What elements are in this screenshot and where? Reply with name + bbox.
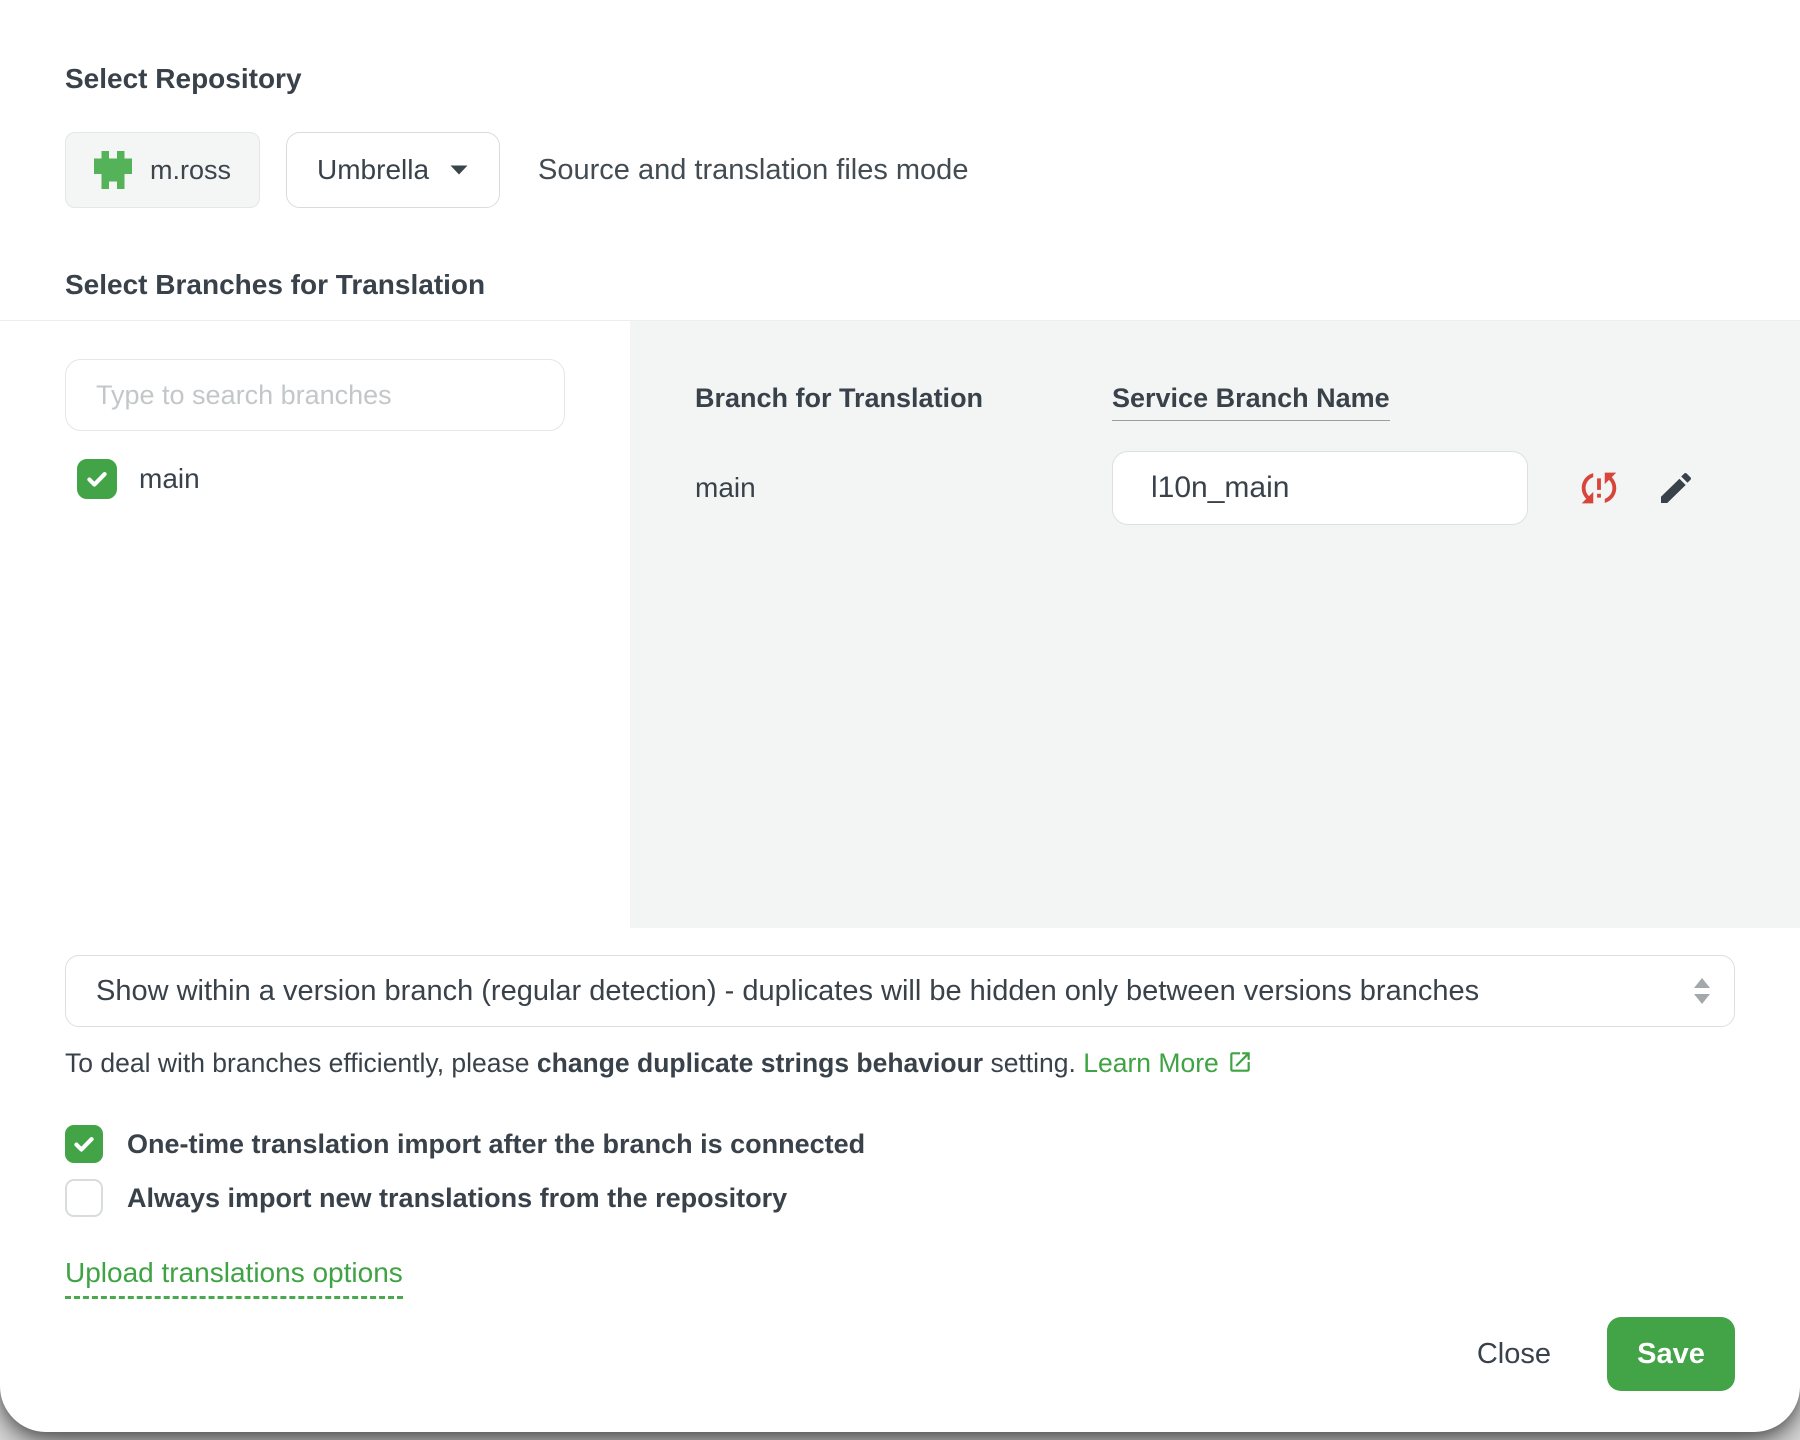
service-branch-row: main bbox=[695, 451, 1800, 525]
helper-prefix: To deal with branches efficiently, pleas… bbox=[65, 1048, 537, 1078]
branch-checkbox[interactable] bbox=[77, 459, 117, 499]
options-section: Show within a version branch (regular de… bbox=[0, 928, 1800, 1391]
repo-avatar-identicon bbox=[94, 151, 132, 189]
service-branch-name-header-cell: Service Branch Name bbox=[1112, 381, 1800, 421]
helper-bold: change duplicate strings behaviour bbox=[537, 1048, 983, 1078]
sync-problem-button[interactable] bbox=[1528, 465, 1622, 511]
duplicate-strings-selected-option: Show within a version branch (regular de… bbox=[96, 975, 1670, 1008]
repository-section: Select Repository m.ross Umbrella bbox=[0, 0, 1800, 302]
branch-list-item-main[interactable]: main bbox=[65, 459, 565, 499]
dialog-footer: Close Save bbox=[65, 1317, 1735, 1391]
duplicate-strings-select[interactable]: Show within a version branch (regular de… bbox=[65, 955, 1735, 1027]
integration-settings-dialog: Select Repository m.ross Umbrella bbox=[0, 0, 1800, 1432]
branches-panel: main Branch for Translation Service Bran… bbox=[0, 320, 1800, 928]
select-branches-title: Select Branches for Translation bbox=[65, 268, 1735, 302]
always-import-checkbox[interactable] bbox=[65, 1179, 103, 1217]
one-time-import-checkbox[interactable] bbox=[65, 1125, 103, 1163]
service-branch-pane: Branch for Translation Service Branch Na… bbox=[630, 321, 1800, 928]
service-branch-header-row: Branch for Translation Service Branch Na… bbox=[695, 381, 1800, 421]
translation-branch-name: main bbox=[695, 472, 1112, 504]
select-repository-title: Select Repository bbox=[65, 62, 1735, 96]
checkmark-icon bbox=[71, 1131, 97, 1157]
repository-chip[interactable]: m.ross bbox=[65, 132, 260, 208]
learn-more-link[interactable]: Learn More bbox=[1083, 1048, 1253, 1078]
one-time-import-option[interactable]: One-time translation import after the br… bbox=[65, 1123, 1735, 1165]
repository-name: m.ross bbox=[150, 155, 231, 186]
branch-list-pane: main bbox=[0, 321, 630, 928]
dropdown-selected-value: Umbrella bbox=[317, 154, 429, 186]
learn-more-label: Learn More bbox=[1083, 1048, 1219, 1078]
branch-for-translation-header: Branch for Translation bbox=[695, 381, 1112, 415]
upload-translations-options-link[interactable]: Upload translations options bbox=[65, 1257, 403, 1299]
checkmark-icon bbox=[84, 466, 110, 492]
service-branch-name-input[interactable] bbox=[1112, 451, 1528, 525]
always-import-label: Always import new translations from the … bbox=[127, 1183, 787, 1214]
helper-suffix: setting. bbox=[983, 1048, 1083, 1078]
close-button[interactable]: Close bbox=[1467, 1338, 1561, 1371]
service-branch-name-header[interactable]: Service Branch Name bbox=[1112, 381, 1390, 421]
save-button[interactable]: Save bbox=[1607, 1317, 1735, 1391]
branch-search-input[interactable] bbox=[65, 359, 565, 431]
files-mode-label: Source and translation files mode bbox=[538, 154, 968, 187]
one-time-import-label: One-time translation import after the br… bbox=[127, 1129, 865, 1160]
always-import-option[interactable]: Always import new translations from the … bbox=[65, 1177, 1735, 1219]
external-link-icon bbox=[1227, 1049, 1253, 1075]
duplicates-helper-text: To deal with branches efficiently, pleas… bbox=[65, 1047, 1735, 1079]
repository-branch-dropdown[interactable]: Umbrella bbox=[286, 132, 500, 208]
service-branch-cell bbox=[1112, 451, 1800, 525]
repository-row: m.ross Umbrella Source and translation f… bbox=[65, 132, 1735, 208]
edit-icon bbox=[1656, 468, 1696, 508]
import-options: One-time translation import after the br… bbox=[65, 1123, 1735, 1219]
edit-service-branch-button[interactable] bbox=[1622, 468, 1696, 508]
branch-name-label: main bbox=[139, 463, 200, 495]
sync-problem-icon bbox=[1576, 465, 1622, 511]
chevron-down-icon bbox=[449, 164, 469, 176]
select-arrows-icon bbox=[1692, 977, 1712, 1005]
